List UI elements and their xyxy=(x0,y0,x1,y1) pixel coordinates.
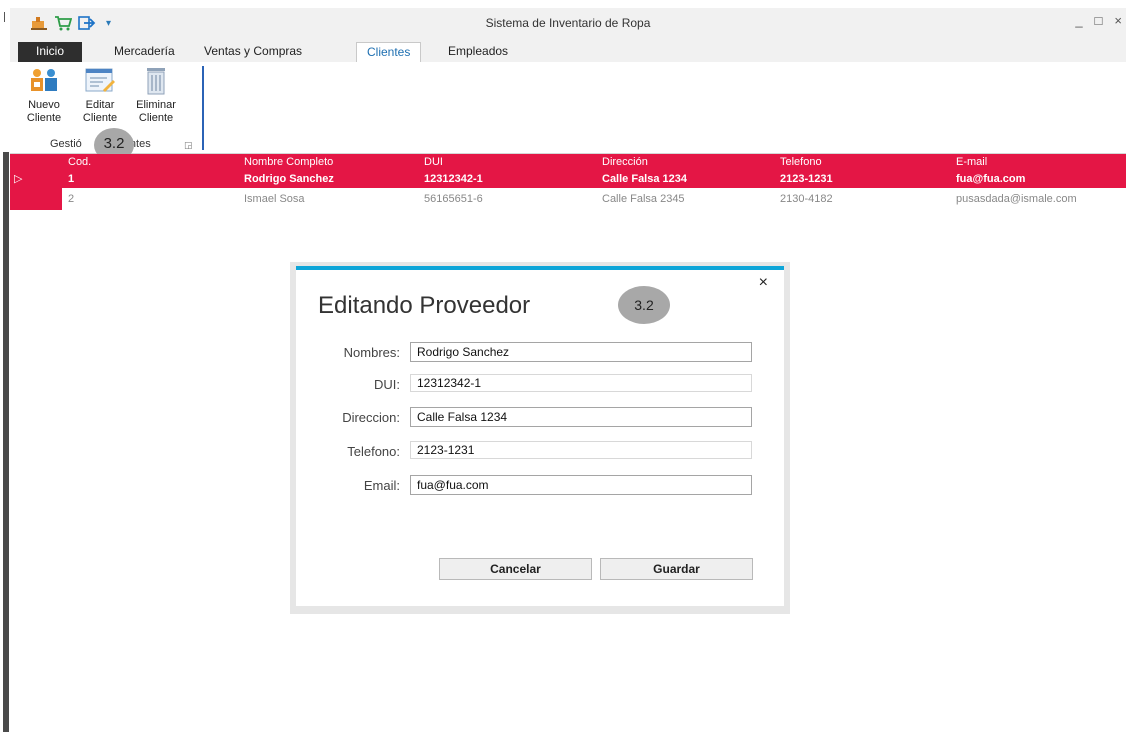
cell-telefono: 2130-4182 xyxy=(780,193,833,205)
new-client-button[interactable]: Nuevo Cliente xyxy=(22,66,66,125)
cell-email: fua@fua.com xyxy=(956,173,1026,185)
cell-telefono: 2123-1231 xyxy=(780,173,833,185)
window-title: Sistema de Inventario de Ropa xyxy=(485,16,651,30)
dui-input[interactable] xyxy=(410,374,752,392)
group-label-left: Gestió xyxy=(50,138,82,150)
column-email[interactable]: E-mail xyxy=(956,154,987,171)
dialog-title: Editando Proveedor xyxy=(318,292,531,319)
row-indicator xyxy=(10,188,62,210)
cell-cod: 1 xyxy=(68,173,75,185)
edit-client-label-1: Editar xyxy=(85,99,115,111)
tab-ventas-compras[interactable]: Ventas y Compras xyxy=(194,42,312,62)
telefono-input[interactable] xyxy=(410,441,752,459)
save-button[interactable]: Guardar xyxy=(600,558,753,580)
column-direccion[interactable]: Dirección xyxy=(602,154,648,171)
dialog-launcher-icon[interactable]: ◲ xyxy=(184,140,193,151)
new-client-label-1: Nuevo xyxy=(28,99,60,111)
table-row[interactable]: 2 Ismael Sosa 56165651-6 Calle Falsa 234… xyxy=(10,188,1126,210)
direccion-input[interactable] xyxy=(410,407,752,427)
column-telefono[interactable]: Telefono xyxy=(780,154,822,171)
telefono-label: Telefono: xyxy=(347,444,400,459)
delete-client-button[interactable]: Eliminar Cliente xyxy=(134,66,178,125)
dialog-close-icon[interactable]: × xyxy=(759,274,768,292)
ribbon-panel: Nuevo Cliente Editar Cliente Eliminar Cl… xyxy=(10,62,1126,154)
app-window: ▾ Sistema de Inventario de Ropa _ □ × In… xyxy=(0,0,1126,732)
ribbon-tabs: Inicio Mercadería Ventas y Compras Clien… xyxy=(10,38,1126,62)
minimize-button[interactable]: _ xyxy=(1075,13,1082,28)
clients-grid: Cod. Nombre Completo DUI Dirección Telef… xyxy=(10,154,1126,210)
cell-cod: 2 xyxy=(68,193,75,205)
edge-tick xyxy=(4,12,5,22)
close-button[interactable]: × xyxy=(1114,13,1122,28)
title-bar: ▾ Sistema de Inventario de Ropa _ □ × xyxy=(10,8,1126,38)
delete-client-label-1: Eliminar xyxy=(136,99,176,111)
cell-dui: 12312342-1 xyxy=(424,173,483,185)
cell-nombre: Ismael Sosa xyxy=(244,193,305,205)
trash-icon xyxy=(139,66,173,96)
direccion-label: Direccion: xyxy=(342,410,400,425)
dui-label: DUI: xyxy=(374,377,400,392)
row-pointer-icon: ▷ xyxy=(14,173,23,185)
window-controls: _ □ × xyxy=(1075,13,1122,28)
left-edge xyxy=(0,0,10,732)
nombres-label: Nombres: xyxy=(343,345,400,360)
edit-client-label-2: Cliente xyxy=(82,112,118,124)
new-client-icon xyxy=(27,66,61,96)
cell-dui: 56165651-6 xyxy=(424,193,483,205)
grid-header: Cod. Nombre Completo DUI Dirección Telef… xyxy=(10,154,1126,171)
column-nombre[interactable]: Nombre Completo xyxy=(244,154,333,171)
step-badge-dialog: 3.2 xyxy=(618,286,670,324)
column-dui[interactable]: DUI xyxy=(424,154,443,171)
nombres-input[interactable] xyxy=(410,342,752,362)
maximize-button[interactable]: □ xyxy=(1095,13,1103,28)
email-label: Email: xyxy=(363,478,400,493)
ribbon-group-separator xyxy=(202,66,204,150)
cancel-button[interactable]: Cancelar xyxy=(439,558,592,580)
delete-client-label-2: Cliente xyxy=(138,112,174,124)
cell-direccion: Calle Falsa 2345 xyxy=(602,193,685,205)
tab-empleados[interactable]: Empleados xyxy=(438,42,518,62)
new-client-label-2: Cliente xyxy=(26,112,62,124)
cell-email: pusasdada@ismale.com xyxy=(956,193,1077,205)
cell-nombre: Rodrigo Sanchez xyxy=(244,173,334,185)
column-cod[interactable]: Cod. xyxy=(68,154,91,171)
cell-direccion: Calle Falsa 1234 xyxy=(602,173,688,185)
tab-mercaderia[interactable]: Mercadería xyxy=(104,42,185,62)
edit-client-icon xyxy=(83,66,117,96)
edit-dialog: × Editando Proveedor Nombres: DUI: Direc… xyxy=(296,266,784,606)
edit-client-button[interactable]: Editar Cliente xyxy=(78,66,122,125)
tab-inicio[interactable]: Inicio xyxy=(18,42,82,62)
edge-bar xyxy=(3,152,9,732)
tab-clientes[interactable]: Clientes xyxy=(356,42,422,62)
email-input[interactable] xyxy=(410,475,752,495)
table-row[interactable]: ▷ 1 Rodrigo Sanchez 12312342-1 Calle Fal… xyxy=(10,171,1126,188)
